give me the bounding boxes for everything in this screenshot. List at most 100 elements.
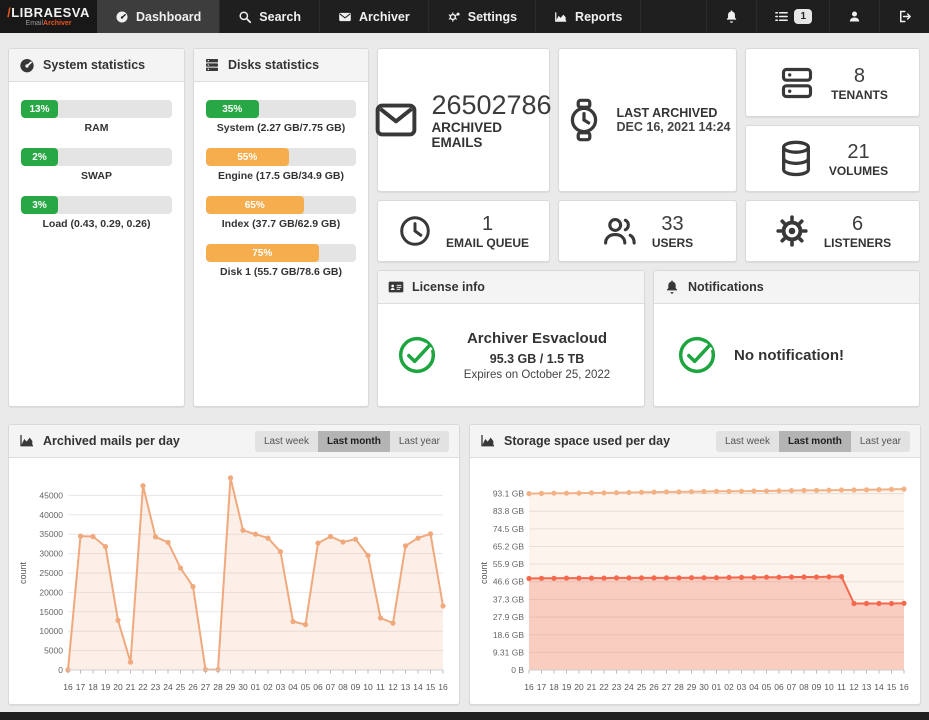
svg-text:18.6 GB: 18.6 GB [493,630,525,640]
svg-text:14: 14 [874,682,884,692]
nav-item-settings[interactable]: Settings [429,0,536,33]
archived-emails-label: ARCHIVED EMAILS [431,120,551,150]
svg-text:13: 13 [862,682,872,692]
nav-item-reports[interactable]: Reports [536,0,641,33]
svg-text:02: 02 [724,682,734,692]
svg-text:14: 14 [413,682,423,692]
license-name: Archiver Esvacloud [448,330,626,347]
logout-button[interactable] [879,0,929,33]
email-queue-label: EMAIL QUEUE [446,236,529,250]
notifications-header: Notifications [654,271,919,304]
nav-item-search[interactable]: Search [220,0,320,33]
svg-text:28: 28 [674,682,684,692]
svg-text:29: 29 [687,682,697,692]
check-circle-icon [396,334,438,376]
nav-label: Archiver [359,10,410,24]
svg-text:10: 10 [363,682,373,692]
area-chart-icon [480,433,496,449]
range-button-group: Last week Last month Last year [716,431,910,452]
last-week-button[interactable]: Last week [255,431,318,452]
svg-text:08: 08 [799,682,809,692]
user-account-button[interactable] [829,0,879,33]
svg-text:25: 25 [176,682,186,692]
volumes-card: 21 VOLUMES [745,125,920,192]
cogs-icon [447,10,461,24]
svg-text:40000: 40000 [39,510,63,520]
last-month-button[interactable]: Last month [779,431,851,452]
svg-text:11: 11 [376,682,385,692]
notifications-bell-button[interactable] [706,0,756,33]
nav-item-dashboard[interactable]: Dashboard [97,0,220,33]
range-button-group: Last week Last month Last year [255,431,449,452]
search-icon [238,10,252,24]
svg-text:20: 20 [574,682,584,692]
svg-text:28: 28 [213,682,223,692]
clock-icon [398,214,432,248]
database-icon [777,139,815,179]
svg-text:83.8 GB: 83.8 GB [493,506,525,516]
brand-subtitle: EmailArchiver [26,19,72,28]
users-label: USERS [652,236,693,250]
archived-mails-chart-card: Archived mails per day Last week Last mo… [8,424,460,705]
id-card-icon [388,279,404,295]
svg-text:16: 16 [899,682,909,692]
storage-space-chart-card: Storage space used per day Last week Las… [469,424,921,705]
progress-track: 13% [21,100,172,118]
svg-text:30: 30 [699,682,709,692]
user-icon [847,9,862,24]
last-archived-card: LAST ARCHIVED DEC 16, 2021 14:24 [558,48,737,192]
storage-space-chart: 0 B9.31 GB18.6 GB27.9 GB37.3 GB46.6 GB55… [470,458,920,709]
last-archived-label: LAST ARCHIVED [617,106,731,120]
last-week-button[interactable]: Last week [716,431,779,452]
last-year-button[interactable]: Last year [390,431,449,452]
last-month-button[interactable]: Last month [318,431,390,452]
svg-text:30: 30 [238,682,248,692]
svg-text:05: 05 [301,682,311,692]
task-list-icon [774,9,789,24]
email-queue-count: 1 [482,212,493,236]
svg-text:65.2 GB: 65.2 GB [493,541,525,551]
listeners-card: 6 LISTENERS [745,200,920,262]
svg-text:27.9 GB: 27.9 GB [493,612,525,622]
sign-out-icon [897,9,912,24]
brand-logo[interactable]: /LIBRAESVA EmailArchiver [0,0,97,33]
card-title: License info [412,280,485,294]
svg-text:10: 10 [824,682,834,692]
last-year-button[interactable]: Last year [851,431,910,452]
envelope-icon [375,102,417,138]
svg-text:15: 15 [426,682,436,692]
svg-text:26: 26 [649,682,659,692]
progress-label: Load (0.43, 0.29, 0.26) [21,218,172,230]
listeners-count: 6 [852,212,863,236]
svg-text:08: 08 [338,682,348,692]
progress-fill: 55% [206,148,289,166]
svg-text:21: 21 [587,682,597,692]
svg-text:07: 07 [326,682,336,692]
svg-text:06: 06 [774,682,784,692]
navbar-actions: 1 [706,0,929,33]
nav-item-archiver[interactable]: Archiver [320,0,429,33]
volumes-count: 21 [847,140,869,164]
progress-label: Disk 1 (55.7 GB/78.6 GB) [206,266,356,278]
users-card: 33 USERS [558,200,737,262]
svg-text:45000: 45000 [39,490,63,500]
card-title: Notifications [688,280,764,294]
archived-mails-chart-header: Archived mails per day Last week Last mo… [9,425,459,458]
tenants-label: TENANTS [831,88,888,102]
disks-statistics-header: Disks statistics [194,49,368,82]
nav-label: Settings [468,10,517,24]
svg-text:46.6 GB: 46.6 GB [493,577,525,587]
brand-name: /LIBRAESVA [7,6,90,19]
card-title: System statistics [43,58,145,72]
chart-title: Archived mails per day [43,434,180,448]
svg-text:05: 05 [762,682,772,692]
system-statistics-header: System statistics [9,49,184,82]
svg-text:18: 18 [88,682,98,692]
storage-space-chart-header: Storage space used per day Last week Las… [470,425,920,458]
tasks-queue-button[interactable]: 1 [756,0,829,33]
svg-text:03: 03 [276,682,286,692]
svg-text:17: 17 [76,682,86,692]
disks-statistics-card: Disks statistics 35% System (2.27 GB/7.7… [193,48,369,407]
swap-progress: 2% SWAP [21,148,172,182]
progress-label: System (2.27 GB/7.75 GB) [206,122,356,134]
